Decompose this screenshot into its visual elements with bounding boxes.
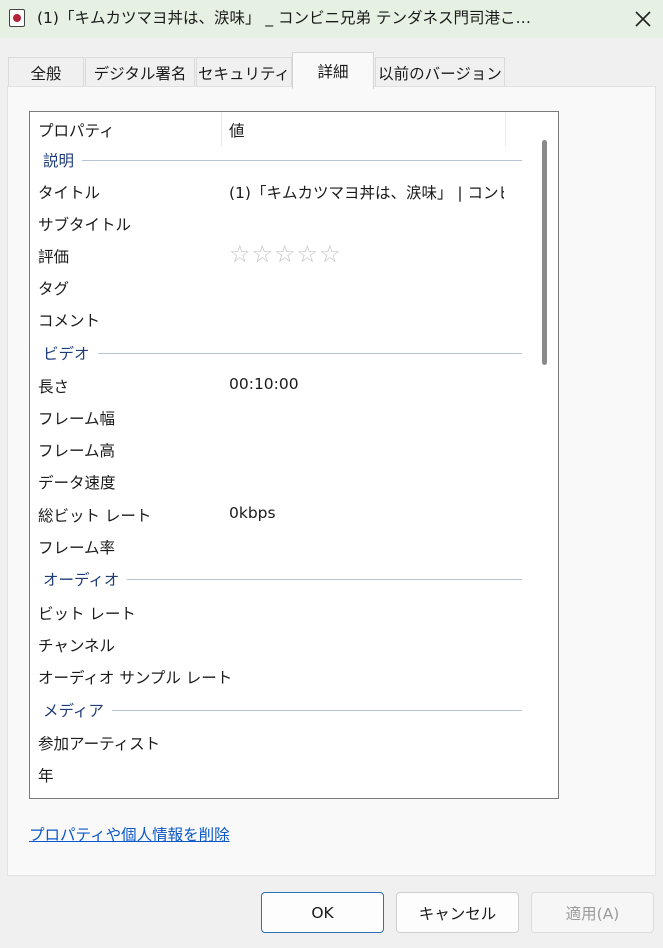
row-total-bitrate[interactable]: 総ビット レート 0kbps [38,498,508,528]
row-bitrate[interactable]: ビット レート [38,596,508,626]
close-button[interactable] [622,0,663,38]
row-rating[interactable]: 評価 ☆☆☆☆☆ [38,239,508,269]
group-video[interactable]: ビデオ [43,339,522,367]
window-title: (1)「キムカツマヨ丼は、涙味」 _ コンビニ兄弟 テンダネス門司港こ… [37,9,531,27]
row-subtitle[interactable]: サブタイトル [38,207,508,237]
row-channels[interactable]: チャンネル [38,628,508,658]
tab-details[interactable]: 詳細 [292,52,374,89]
row-frame-rate[interactable]: フレーム率 [38,530,508,560]
rating-stars-icon[interactable]: ☆☆☆☆☆ [229,240,342,268]
column-divider[interactable] [221,112,222,146]
tab-general[interactable]: 全般 [8,57,84,88]
row-year[interactable]: 年 [38,758,508,788]
group-audio[interactable]: オーディオ [43,565,522,593]
tab-previous-versions[interactable]: 以前のバージョン [375,57,505,88]
ok-button[interactable]: OK [261,892,384,933]
tab-security[interactable]: セキュリティ [196,57,292,88]
title-bar: (1)「キムカツマヨ丼は、涙味」 _ コンビニ兄弟 テンダネス門司港こ… [0,0,663,38]
video-file-icon [9,9,25,27]
remove-properties-link[interactable]: プロパティや個人情報を削除 [29,823,230,845]
column-divider[interactable] [505,112,506,146]
close-icon [634,11,651,27]
row-frame-width[interactable]: フレーム幅 [38,401,508,431]
apply-button[interactable]: 適用(A) [531,892,654,933]
cancel-button[interactable]: キャンセル [396,892,519,933]
group-media[interactable]: メディア [43,696,522,724]
column-header-value[interactable]: 値 [229,119,245,141]
row-frame-height[interactable]: フレーム高 [38,433,508,463]
row-data-rate[interactable]: データ速度 [38,465,508,495]
scrollbar-thumb[interactable] [542,140,547,365]
property-list[interactable]: プロパティ 値 説明 タイトル (1)「キムカツマヨ丼は、涙味」 | コンビ… … [29,111,559,799]
column-header-property[interactable]: プロパティ [38,119,115,141]
row-audio-sample-rate[interactable]: オーディオ サンプル レート [38,660,508,690]
row-tags[interactable]: タグ [38,271,508,301]
group-description[interactable]: 説明 [43,146,522,174]
vertical-scrollbar[interactable] [534,112,558,798]
row-title[interactable]: タイトル (1)「キムカツマヨ丼は、涙味」 | コンビ… [38,175,508,205]
row-length[interactable]: 長さ 00:10:00 [38,369,508,399]
tab-digital-signature[interactable]: デジタル署名 [85,57,195,88]
row-contributing-artists[interactable]: 参加アーティスト [38,726,508,756]
column-header: プロパティ 値 [30,112,558,146]
row-comments[interactable]: コメント [38,303,508,333]
